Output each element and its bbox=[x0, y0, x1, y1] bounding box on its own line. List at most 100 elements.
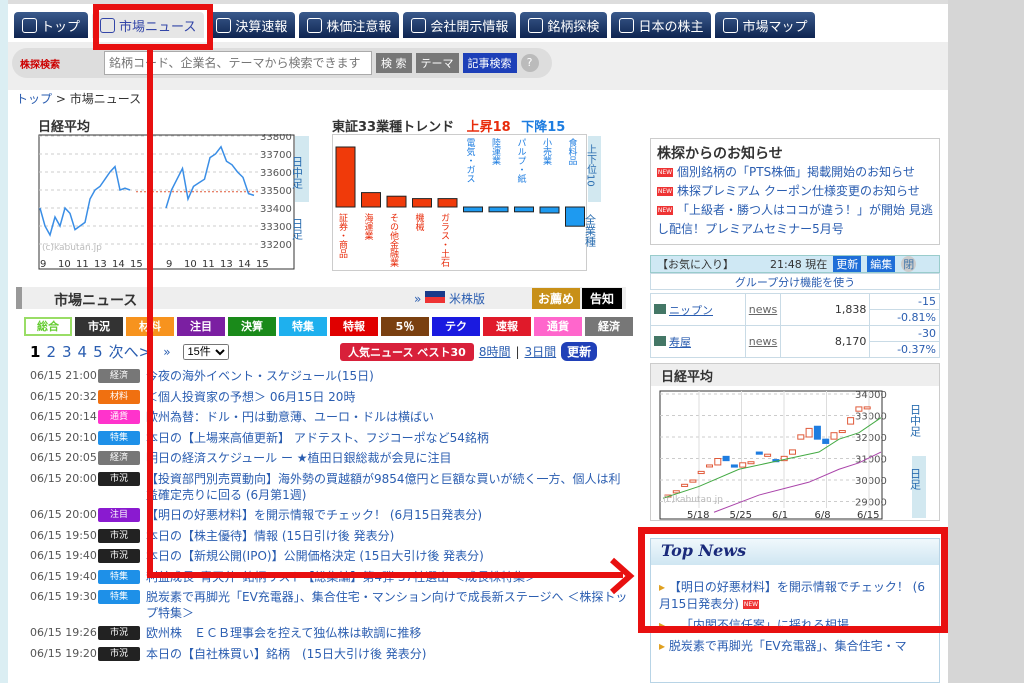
news-link[interactable]: 欧州株 ＥＣＢ理事会を控えて独仏株は軟調に推移 bbox=[146, 625, 630, 641]
news-time: 06/15 20:32 bbox=[30, 389, 97, 403]
stock-news-link[interactable]: news bbox=[744, 293, 782, 326]
breadcrumb-home[interactable]: トップ bbox=[16, 92, 52, 106]
us-stock-link[interactable]: » 米株版 bbox=[414, 290, 485, 307]
category-tab[interactable]: 経済 bbox=[585, 317, 633, 336]
stock-change-pct: -0.81% bbox=[869, 309, 940, 326]
x-tick-label: 11 bbox=[76, 259, 89, 270]
nav-tab[interactable]: 決算速報 bbox=[208, 12, 296, 38]
news-link[interactable]: 本日の【株主優待】情報 (15日引け後 発表分) bbox=[146, 528, 630, 544]
news-link[interactable]: ＜個人投資家の予想＞ 06月15日 20時 bbox=[146, 389, 630, 405]
category-tab[interactable]: 総合 bbox=[24, 317, 72, 336]
warning-icon bbox=[307, 17, 323, 33]
category-tab[interactable]: 決算 bbox=[228, 317, 276, 336]
news-link[interactable]: 本日の【上場来高値更新】 アドテスト、フジコーポなど54銘柄 bbox=[146, 430, 630, 446]
news-link[interactable]: 欧州為替：ドル・円は動意薄、ユーロ・ドルは横ばい bbox=[146, 409, 630, 425]
nav-tab[interactable]: 銘柄探検 bbox=[520, 12, 608, 38]
category-tab[interactable]: テク bbox=[432, 317, 480, 336]
nikkei-intraday-chart[interactable]: 33800 33700 33600 33500 33400 33300 33200 9 10 11… bbox=[38, 134, 310, 272]
favorites-refresh-button[interactable]: 更新 bbox=[833, 256, 862, 272]
sector-bar bbox=[514, 206, 534, 213]
us-flag-icon bbox=[425, 291, 446, 303]
news-item: 06/15 19:30 特集 脱炭素で再脚光「EV充電器」、集合住宅・マンション向け… bbox=[30, 589, 630, 625]
search-bar: 株探検索 検 索 テーマ 記事検索 ? bbox=[12, 48, 552, 78]
category-tab[interactable]: 特集 bbox=[279, 317, 327, 336]
nav-tab[interactable]: 市場マップ bbox=[715, 12, 816, 38]
sector-label: 海運業 bbox=[363, 212, 374, 241]
news-link[interactable]: 本日の【自社株買い】銘柄 (15日大引け後 発表分) bbox=[146, 646, 630, 662]
y-tick-label: 33500 bbox=[260, 186, 292, 197]
nikkei-daily-chart[interactable]: 34000 33000 32000 31000 30000 29000 5/18 5/25 6/… bbox=[659, 390, 935, 520]
candlestick bbox=[689, 479, 697, 483]
article-search-button[interactable]: 記事検索 bbox=[462, 53, 517, 73]
category-tab[interactable]: 市況 bbox=[75, 317, 123, 336]
stock-news-link[interactable]: news bbox=[744, 325, 782, 358]
per-page-select[interactable]: 15件 bbox=[182, 343, 229, 360]
page-5[interactable]: 5 bbox=[93, 343, 103, 361]
recommend-button[interactable]: お薦め bbox=[532, 288, 581, 309]
favorites-close-button[interactable]: 閉 bbox=[901, 256, 917, 272]
top-news-item[interactable]: ▸ 脱炭素で再脚光「EV充電器」、集合住宅・マ bbox=[659, 638, 931, 655]
8-hours-link[interactable]: 8時間 bbox=[479, 343, 511, 360]
nav-tab-label: 市場マップ bbox=[742, 19, 808, 35]
news-link[interactable]: 脱炭素で再脚光「EV充電器」、集合住宅・マンション向けで成長新ステージへ ＜株探… bbox=[146, 589, 630, 621]
category-tab[interactable]: 通貨 bbox=[534, 317, 582, 336]
category-tab[interactable]: 注目 bbox=[177, 317, 225, 336]
news-time: 06/15 20:00 bbox=[30, 507, 97, 521]
nav-tab[interactable]: 日本の株主 bbox=[611, 12, 712, 38]
watermark: (c)kabutan.jp bbox=[663, 495, 723, 505]
news-link[interactable]: 【明日の好悪材料】を開示情報でチェック！ (6月15日発表分) bbox=[146, 507, 630, 523]
group-feature-link[interactable]: グループ分け機能を使う bbox=[650, 273, 940, 290]
page-1[interactable]: 1 bbox=[30, 343, 40, 361]
notice-item[interactable]: NEW 個別銘柄の「PTS株価」掲載開始のお知らせ bbox=[657, 163, 933, 182]
news-item: 06/15 19:50 市況 本日の【株主優待】情報 (15日引け後 発表分) bbox=[30, 528, 630, 549]
next-page[interactable]: 次へ> bbox=[109, 341, 152, 362]
news-link[interactable]: 明日の経済スケジュール ー ★植田日銀総裁が会見に注目 bbox=[146, 450, 630, 466]
nav-tab-label: 日本の株主 bbox=[638, 19, 704, 35]
sector-bar bbox=[412, 198, 432, 208]
theme-button[interactable]: テーマ bbox=[415, 53, 459, 73]
sector-title: 東証33業種トレンド bbox=[332, 120, 455, 135]
daily-toggle-label: 日足 bbox=[291, 218, 304, 240]
notice-item[interactable]: NEW 「上級者・勝つ人はココが違う！」が開始 見逃し配信！プレミアムセミナー5月… bbox=[657, 201, 933, 239]
search-button[interactable]: 検 索 bbox=[376, 53, 412, 73]
stock-name: ニップン bbox=[669, 303, 713, 317]
nav-tab[interactable]: 株価注意報 bbox=[299, 12, 400, 38]
notice-button[interactable]: 告知 bbox=[582, 288, 623, 309]
bullet-arrow-icon: ▸ bbox=[659, 639, 669, 653]
nav-tab[interactable]: 会社開示情報 bbox=[403, 12, 517, 38]
all-sectors-toggle-label: 全業種 bbox=[584, 213, 597, 247]
sector-chart[interactable]: 証券・商品 海運業 その他金融業 機械 ガラス・土石 電気・ガス 陸運業 パルプ・紙 小売業 食料… bbox=[332, 134, 602, 272]
popular-news-button[interactable]: 人気ニュース ベスト30 bbox=[340, 342, 474, 361]
favorite-stock-name[interactable]: 寿屋 bbox=[650, 325, 746, 358]
refresh-button[interactable]: 更新 bbox=[561, 342, 598, 361]
page-3[interactable]: 3 bbox=[62, 343, 72, 361]
sector-bar bbox=[488, 206, 509, 213]
news-time: 06/15 20:00 bbox=[30, 471, 97, 485]
news-link[interactable]: 【投資部門別売買動向】海外勢の買越額が9854億円と巨額な買いが続く一方、個人は… bbox=[146, 471, 630, 503]
stock-chart-icon bbox=[654, 303, 666, 314]
page-4[interactable]: 4 bbox=[78, 343, 88, 361]
search-input[interactable] bbox=[104, 51, 372, 75]
page-2[interactable]: 2 bbox=[46, 343, 56, 361]
favorites-table: ニップン news 1,838 -15 -0.81% 寿屋 news 8,170 -30 -0.3… bbox=[650, 293, 940, 358]
sector-label: パルプ・紙 bbox=[516, 138, 527, 184]
y-tick-label: 33700 bbox=[260, 150, 292, 161]
x-tick-label: 15 bbox=[130, 259, 143, 270]
news-link[interactable]: 本日の【新規公開(IPO)】公開価格決定 (15日大引け後 発表分) bbox=[146, 548, 630, 564]
category-tab[interactable]: 速報 bbox=[483, 317, 531, 336]
news-category-badge: 市況 bbox=[98, 549, 140, 564]
category-tab[interactable]: 5％ bbox=[381, 317, 429, 336]
news-link[interactable]: 今夜の海外イベント・スケジュール(15日) bbox=[146, 368, 630, 384]
favorite-stock-name[interactable]: ニップン bbox=[650, 293, 746, 326]
news-item: 06/15 20:14 通貨 欧州為替：ドル・円は動意薄、ユーロ・ドルは横ばい bbox=[30, 409, 630, 430]
stock-change: -15 bbox=[869, 293, 940, 310]
nav-tab[interactable]: トップ bbox=[14, 12, 89, 38]
favorites-edit-button[interactable]: 編集 bbox=[867, 256, 896, 272]
3-days-link[interactable]: 3日間 bbox=[525, 343, 557, 360]
sector-title-row: 東証33業種トレンド 上昇18 下降15 bbox=[332, 116, 565, 135]
last-page[interactable]: » bbox=[163, 345, 170, 359]
category-tab[interactable]: 特報 bbox=[330, 317, 378, 336]
help-icon[interactable]: ? bbox=[520, 54, 539, 72]
y-tick-label: 33800 bbox=[260, 134, 292, 143]
notice-item[interactable]: NEW 株探プレミアム クーポン仕様変更のお知らせ bbox=[657, 182, 933, 201]
